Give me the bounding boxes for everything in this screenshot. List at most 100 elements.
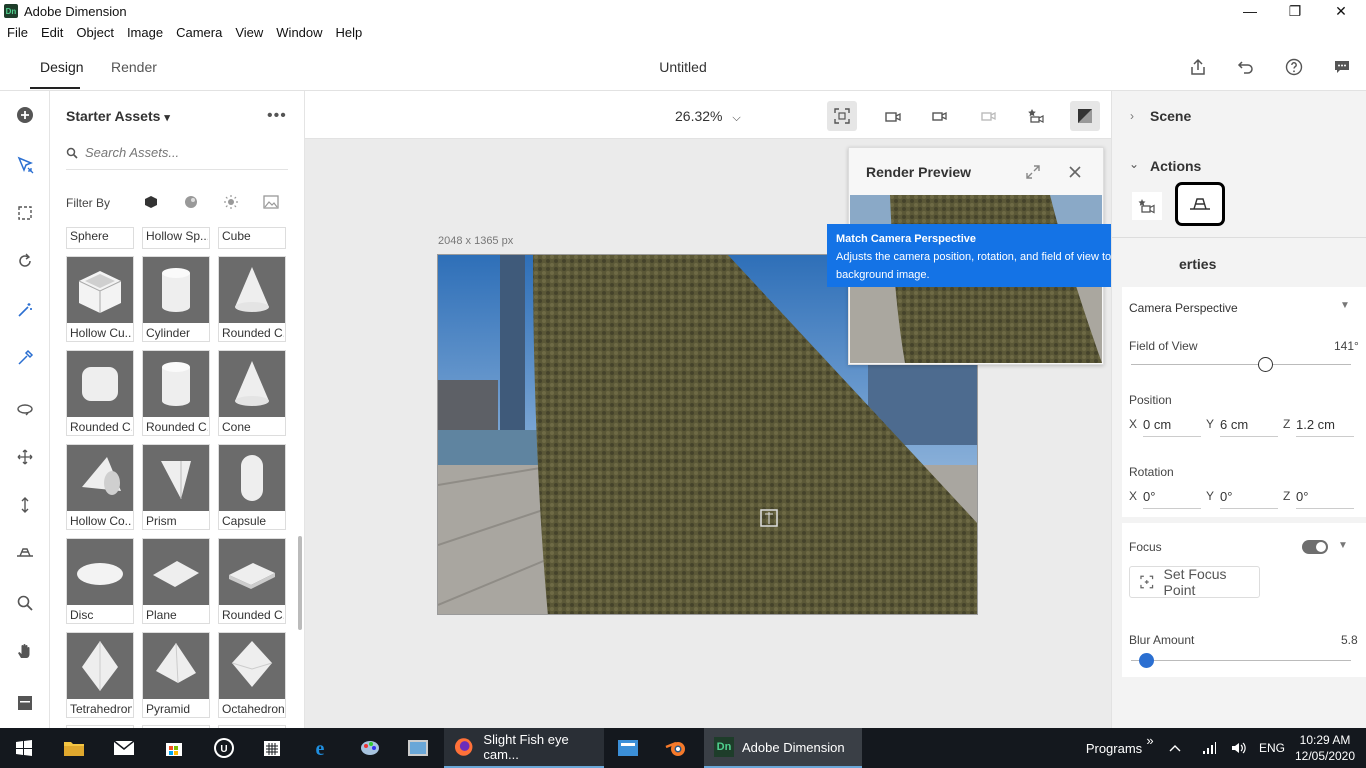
magic-wand-icon[interactable] <box>13 298 37 322</box>
menu-edit[interactable]: Edit <box>41 25 63 40</box>
blender-icon[interactable] <box>654 728 698 768</box>
horizon-icon[interactable] <box>13 541 37 565</box>
add-icon[interactable] <box>13 103 37 127</box>
chevron-down-icon[interactable]: ▼ <box>1338 540 1348 551</box>
taskbar-firefox[interactable]: Slight Fish eye cam... <box>444 728 604 768</box>
fov-slider[interactable] <box>1131 364 1351 365</box>
set-focus-point-button[interactable]: Set Focus Point <box>1129 566 1260 598</box>
asset-tile-hollow-cone[interactable]: Hollow Co... <box>66 444 134 530</box>
expand-icon[interactable] <box>1025 164 1041 180</box>
clock[interactable]: 10:29 AM 12/05/2020 <box>1292 728 1358 768</box>
taskbar-dimension[interactable]: Dn Adobe Dimension <box>704 728 862 768</box>
edge-icon[interactable]: e <box>296 728 344 768</box>
menu-object[interactable]: Object <box>76 25 114 40</box>
asset-tile-cube[interactable]: Cube <box>218 227 286 249</box>
asset-tile-cone[interactable]: Cone <box>218 350 286 436</box>
filter-lights-icon[interactable] <box>222 193 240 211</box>
chevron-down-icon[interactable]: ⌄ <box>1129 157 1139 171</box>
minimize-button[interactable]: — <box>1227 0 1273 22</box>
actions-header[interactable]: Actions <box>1150 158 1201 174</box>
position-y-field[interactable]: 6 cm <box>1220 417 1248 432</box>
undo-icon[interactable] <box>1234 55 1258 79</box>
rotate-tool-icon[interactable] <box>13 249 37 273</box>
asset-tile-prism[interactable]: Prism <box>142 444 210 530</box>
scrollbar[interactable] <box>298 536 302 630</box>
more-options-icon[interactable]: ••• <box>267 107 287 125</box>
camera-mode-select[interactable]: Camera Perspective <box>1129 301 1238 315</box>
tab-render[interactable]: Render <box>111 59 157 75</box>
programs-toolbar[interactable]: Programs <box>1086 728 1142 768</box>
camera-undo-icon[interactable] <box>924 101 954 131</box>
eyedropper-icon[interactable] <box>13 346 37 370</box>
scene-header[interactable]: Scene <box>1150 108 1191 124</box>
menu-image[interactable]: Image <box>127 25 163 40</box>
blur-slider-thumb[interactable] <box>1139 653 1155 668</box>
menu-file[interactable]: File <box>7 25 28 40</box>
match-camera-perspective-button[interactable] <box>1175 182 1225 226</box>
rotation-x-field[interactable]: 0° <box>1143 489 1155 504</box>
close-window-button[interactable]: ✕ <box>1318 0 1364 22</box>
panel-toggle-icon[interactable] <box>13 691 37 715</box>
menu-view[interactable]: View <box>235 25 263 40</box>
assets-dropdown[interactable]: Starter Assets ▾ <box>66 108 170 124</box>
zoom-icon[interactable] <box>13 591 37 615</box>
properties-header[interactable]: erties <box>1179 256 1216 272</box>
camera-redo-icon[interactable] <box>973 101 1003 131</box>
windows-start-icon[interactable] <box>0 728 48 768</box>
render-preview-icon[interactable] <box>1070 101 1100 131</box>
asset-tile-tetrahedron[interactable]: Tetrahedron <box>66 632 134 718</box>
magic-camera-icon[interactable] <box>1132 192 1162 220</box>
filter-images-icon[interactable] <box>262 193 280 211</box>
select-box-icon[interactable] <box>13 201 37 225</box>
camera-bookmark-icon[interactable] <box>878 101 908 131</box>
rotation-y-field[interactable]: 0° <box>1220 489 1232 504</box>
orbit-icon[interactable] <box>13 397 37 421</box>
show-hidden-icons-icon[interactable] <box>1162 728 1188 768</box>
blur-slider[interactable] <box>1131 660 1351 661</box>
store-icon[interactable] <box>150 728 198 768</box>
asset-tile-pyramid[interactable]: Pyramid <box>142 632 210 718</box>
zoom-dropdown[interactable]: 26.32% ⌵ <box>675 108 741 125</box>
photos-icon[interactable] <box>394 728 442 768</box>
asset-tile-octahedron[interactable]: Octahedron <box>218 632 286 718</box>
file-explorer-icon[interactable] <box>50 728 98 768</box>
asset-tile-plane[interactable]: Plane <box>142 538 210 624</box>
language-indicator[interactable]: ENG <box>1257 728 1287 768</box>
menu-camera[interactable]: Camera <box>176 25 222 40</box>
asset-tile-cylinder[interactable]: Cylinder <box>142 256 210 342</box>
chevron-down-icon[interactable]: ▼ <box>1340 300 1350 311</box>
asset-tile-rounded-plane[interactable]: Rounded C... <box>218 538 286 624</box>
close-icon[interactable] <box>1067 164 1083 180</box>
asset-tile-rounded-cone[interactable]: Rounded C... <box>218 256 286 342</box>
restore-button[interactable]: ❐ <box>1272 0 1318 22</box>
fov-slider-thumb[interactable] <box>1258 357 1274 372</box>
position-x-field[interactable]: 0 cm <box>1143 417 1171 432</box>
volume-icon[interactable] <box>1226 728 1252 768</box>
mail-icon[interactable] <box>100 728 148 768</box>
filter-materials-icon[interactable] <box>182 193 200 211</box>
filter-models-icon[interactable] <box>142 193 160 211</box>
menu-help[interactable]: Help <box>336 25 363 40</box>
unreal-engine-icon[interactable]: U <box>200 728 248 768</box>
rotation-z-field[interactable]: 0° <box>1296 489 1308 504</box>
feedback-icon[interactable] <box>1330 55 1354 79</box>
chevron-right-icon[interactable]: › <box>1130 109 1134 123</box>
asset-tile-hollow-cube[interactable]: Hollow Cu... <box>66 256 134 342</box>
position-z-field[interactable]: 1.2 cm <box>1296 417 1335 432</box>
menu-window[interactable]: Window <box>276 25 322 40</box>
select-tool-icon[interactable] <box>13 153 37 177</box>
hand-icon[interactable] <box>13 639 37 663</box>
share-icon[interactable] <box>1186 55 1210 79</box>
focus-toggle[interactable] <box>1302 540 1328 554</box>
fit-view-icon[interactable] <box>827 101 857 131</box>
app-icon-blue[interactable] <box>606 728 650 768</box>
tab-design[interactable]: Design <box>40 59 84 75</box>
paint-icon[interactable] <box>346 728 394 768</box>
toolbar-expand[interactable]: » <box>1143 720 1157 760</box>
asset-tile-capsule[interactable]: Capsule <box>218 444 286 530</box>
network-icon[interactable] <box>1196 728 1222 768</box>
dolly-icon[interactable] <box>13 493 37 517</box>
asset-tile-disc[interactable]: Disc <box>66 538 134 624</box>
calendar-icon[interactable] <box>248 728 296 768</box>
asset-tile-rounded-cylinder[interactable]: Rounded C... <box>142 350 210 436</box>
